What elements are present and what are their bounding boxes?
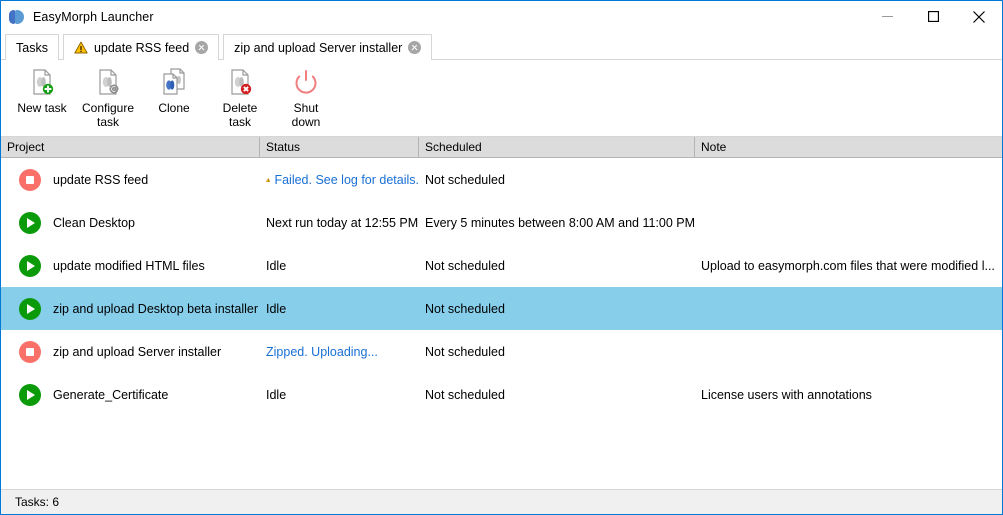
cell-status: Zipped. Uploading... — [260, 330, 419, 373]
play-circle-icon[interactable] — [19, 383, 41, 406]
cell-project: zip and upload Desktop beta installer — [1, 287, 260, 330]
tab-tasks[interactable]: Tasks — [5, 34, 59, 61]
tab-close-icon[interactable] — [195, 41, 209, 54]
column-header-status[interactable]: Status — [260, 137, 419, 157]
tool-label: Shut down — [291, 101, 321, 129]
tab-strip: Tasks update RSS feed zip and upload Ser… — [1, 32, 1002, 61]
cell-status: Idle — [266, 258, 287, 273]
cell-status: Next run today at 12:55 PM — [266, 215, 419, 230]
delete-task-button[interactable]: Delete task — [207, 60, 273, 129]
tool-label: Delete task — [222, 101, 258, 129]
easymorph-logo-icon — [9, 9, 25, 25]
status-bar: Tasks: 6 — [1, 489, 1002, 514]
task-count-label: Tasks: 6 — [15, 495, 60, 509]
column-header-project[interactable]: Project — [1, 137, 260, 157]
column-header-note[interactable]: Note — [695, 137, 1002, 157]
cell-scheduled: Not scheduled — [425, 344, 505, 359]
configure-task-icon — [92, 66, 124, 98]
table-row[interactable]: zip and upload Server installer Zipped. … — [1, 330, 1002, 373]
window-title: EasyMorph Launcher — [33, 9, 154, 24]
tab-label: zip and upload Server installer — [234, 40, 403, 55]
cell-project: Generate_Certificate — [1, 373, 260, 416]
play-circle-icon[interactable] — [19, 297, 41, 320]
tab-close-icon[interactable] — [408, 41, 422, 54]
shut-down-button[interactable]: Shut down — [273, 60, 339, 129]
close-icon[interactable] — [956, 1, 1002, 32]
cell-status: Idle — [266, 387, 287, 402]
clone-button[interactable]: Clone — [141, 60, 207, 115]
cell-scheduled: Not scheduled — [425, 301, 505, 316]
cell-note — [695, 158, 1002, 201]
project-name: update modified HTML files — [53, 258, 205, 273]
cell-note — [695, 201, 1002, 244]
tab-label: update RSS feed — [93, 40, 190, 55]
toolbar: New task Configure task Clone Delete tas… — [1, 60, 1002, 137]
warning-icon — [74, 41, 88, 54]
cell-scheduled: Not scheduled — [425, 172, 505, 187]
status-text[interactable]: Failed. See log for details. — [274, 173, 419, 187]
tool-label: Clone — [158, 101, 190, 115]
table-row[interactable]: update RSS feed Failed. See log for deta… — [1, 158, 1002, 201]
project-name: zip and upload Server installer — [53, 344, 222, 359]
cell-project: zip and upload Server installer — [1, 330, 260, 373]
column-header-scheduled[interactable]: Scheduled — [419, 137, 695, 157]
cell-note — [695, 287, 1002, 330]
delete-task-icon — [224, 66, 256, 98]
cell-status: Idle — [266, 301, 287, 316]
app-window: EasyMorph Launcher Tasks update RSS feed — [0, 0, 1003, 515]
play-circle-icon[interactable] — [19, 254, 41, 277]
title-bar: EasyMorph Launcher — [1, 1, 1002, 32]
minimize-icon[interactable] — [864, 1, 910, 32]
tool-label: New task — [17, 101, 67, 115]
tab-label: Tasks — [16, 40, 48, 55]
cell-note: License users with annotations — [701, 387, 872, 402]
maximize-icon[interactable] — [910, 1, 956, 32]
table-row[interactable]: update modified HTML files Idle Not sche… — [1, 244, 1002, 287]
warning-icon — [266, 177, 271, 182]
task-list: update RSS feed Failed. See log for deta… — [1, 158, 1002, 489]
project-name: zip and upload Desktop beta installer — [53, 301, 258, 316]
new-task-icon — [26, 66, 58, 98]
cell-scheduled: Not scheduled — [425, 387, 505, 402]
cell-project: update RSS feed — [1, 158, 260, 201]
table-row[interactable]: Generate_Certificate Idle Not scheduled … — [1, 373, 1002, 416]
stop-circle-icon[interactable] — [19, 168, 41, 191]
project-name: Clean Desktop — [53, 215, 135, 230]
window-controls — [864, 1, 1002, 32]
cell-scheduled: Every 5 minutes between 8:00 AM and 11:0… — [425, 215, 695, 230]
project-name: update RSS feed — [53, 172, 149, 187]
table-row[interactable]: zip and upload Desktop beta installer Id… — [1, 287, 1002, 330]
tab-zip-and-upload-server-installer[interactable]: zip and upload Server installer — [223, 34, 433, 60]
project-name: Generate_Certificate — [53, 387, 169, 402]
status-text[interactable]: Zipped. Uploading... — [266, 345, 378, 359]
cell-scheduled: Not scheduled — [425, 258, 505, 273]
cell-project: Clean Desktop — [1, 201, 260, 244]
cell-status: Failed. See log for details. — [260, 158, 419, 201]
table-row[interactable]: Clean Desktop Next run today at 12:55 PM… — [1, 201, 1002, 244]
cell-project: update modified HTML files — [1, 244, 260, 287]
tab-update-rss-feed[interactable]: update RSS feed — [62, 34, 220, 60]
configure-task-button[interactable]: Configure task — [75, 60, 141, 129]
new-task-button[interactable]: New task — [9, 60, 75, 115]
cell-note: Upload to easymorph.com files that were … — [701, 258, 995, 273]
shut-down-icon — [290, 66, 322, 98]
cell-note — [695, 330, 1002, 373]
play-circle-icon[interactable] — [19, 211, 41, 234]
grid-header: Project Status Scheduled Note — [1, 137, 1002, 158]
tool-label: Configure task — [81, 101, 135, 129]
clone-icon — [158, 66, 190, 98]
stop-circle-icon[interactable] — [19, 340, 41, 363]
